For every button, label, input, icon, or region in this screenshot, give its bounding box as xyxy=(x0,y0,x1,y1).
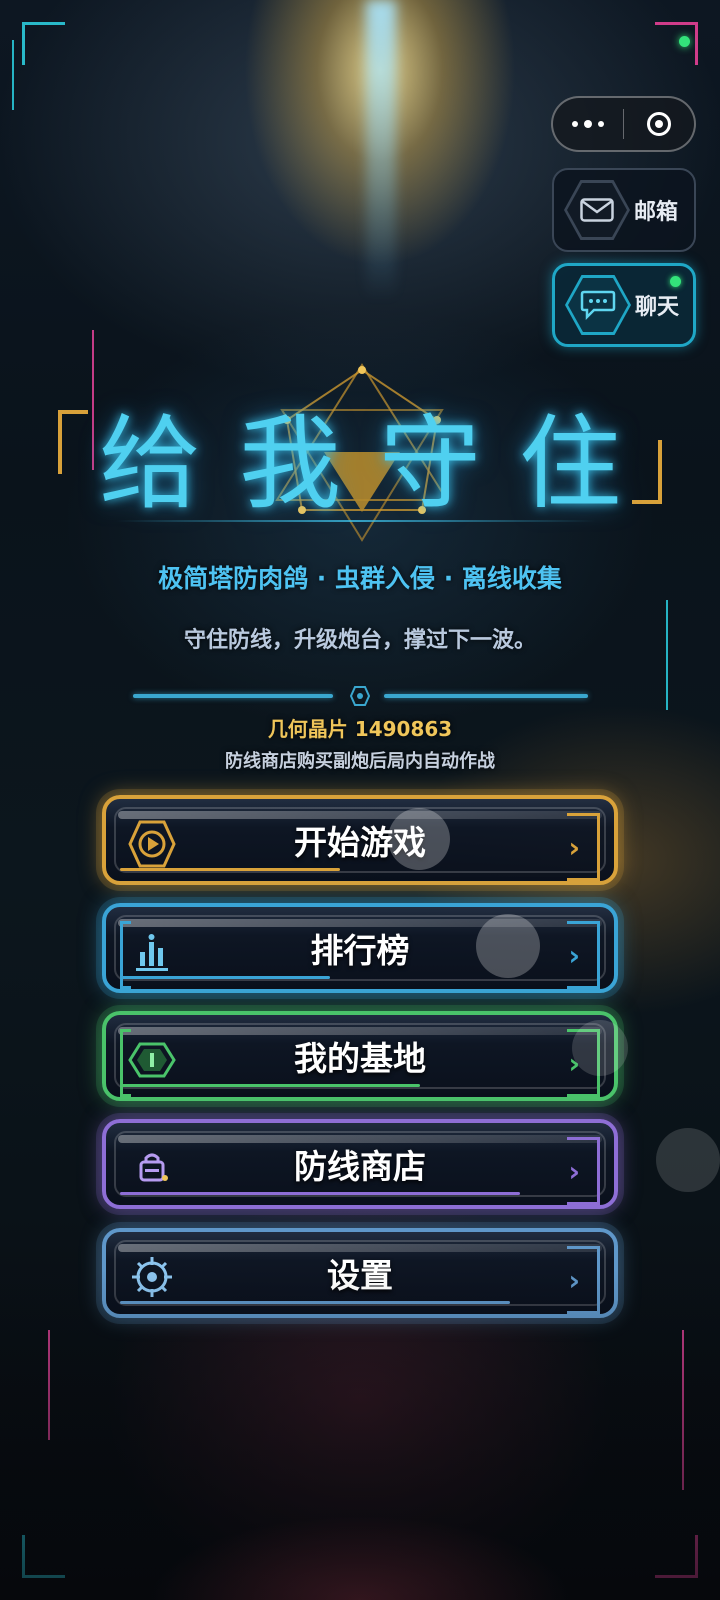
mail-label: 邮箱 xyxy=(634,200,679,225)
chat-label: 聊天 xyxy=(635,295,680,320)
target-circle-icon[interactable] xyxy=(624,98,694,150)
hud-corner xyxy=(22,22,65,65)
new-message-dot xyxy=(670,276,681,287)
divider-right xyxy=(384,694,588,698)
mail-button[interactable]: 邮箱 xyxy=(552,168,696,252)
neon-line xyxy=(666,600,668,710)
hud-corner xyxy=(655,22,698,65)
start-game-button[interactable]: 开始游戏 › xyxy=(102,795,618,885)
bokeh-light xyxy=(656,1128,720,1192)
chat-bubble-icon xyxy=(580,290,616,320)
chat-button[interactable]: 聊天 xyxy=(552,263,696,347)
mail-icon xyxy=(580,198,614,222)
chevron-right-icon: › xyxy=(568,939,580,972)
shop-hint: 防线商店购买副炮后局内自动作战 xyxy=(225,751,495,772)
ground-shadow xyxy=(0,1270,720,1600)
chevron-right-icon: › xyxy=(568,831,580,864)
button-accent-bar xyxy=(120,976,330,979)
defense-shop-button[interactable]: 防线商店 › xyxy=(102,1119,618,1209)
currency-crystals: 几何晶片 1490863 xyxy=(267,717,453,741)
bokeh-light xyxy=(476,914,540,978)
chevron-right-icon: › xyxy=(568,1155,580,1188)
button-accent-bar xyxy=(120,868,340,871)
game-stage: 邮箱 聊天 给我守住 极简塔防肉鸽 · 虫群入侵 · 离线收集 守住防线，升级炮… xyxy=(0,0,720,1600)
game-tagline: 守住防线，升级炮台，撑过下一波。 xyxy=(183,628,536,653)
my-base-button[interactable]: 我的基地 › xyxy=(102,1011,618,1101)
bokeh-light xyxy=(388,808,450,870)
more-dots-icon[interactable] xyxy=(553,98,623,150)
button-accent-bar xyxy=(120,1192,520,1195)
game-subtitle: 极简塔防肉鸽 · 虫群入侵 · 离线收集 xyxy=(158,564,562,593)
button-accent-bar xyxy=(120,1084,420,1087)
light-beam xyxy=(366,0,396,300)
leaderboard-button[interactable]: 排行榜 › xyxy=(102,903,618,993)
miniprogram-capsule xyxy=(551,96,696,152)
mail-icon-frame xyxy=(564,180,630,240)
neon-line xyxy=(12,40,14,110)
title-underline xyxy=(116,520,596,522)
game-title: 给我守住 xyxy=(99,405,659,524)
divider-left xyxy=(133,694,333,698)
status-dot xyxy=(679,36,690,47)
hex-gem-icon xyxy=(350,686,370,706)
bokeh-light xyxy=(572,1020,628,1076)
chat-icon-frame xyxy=(565,275,631,335)
